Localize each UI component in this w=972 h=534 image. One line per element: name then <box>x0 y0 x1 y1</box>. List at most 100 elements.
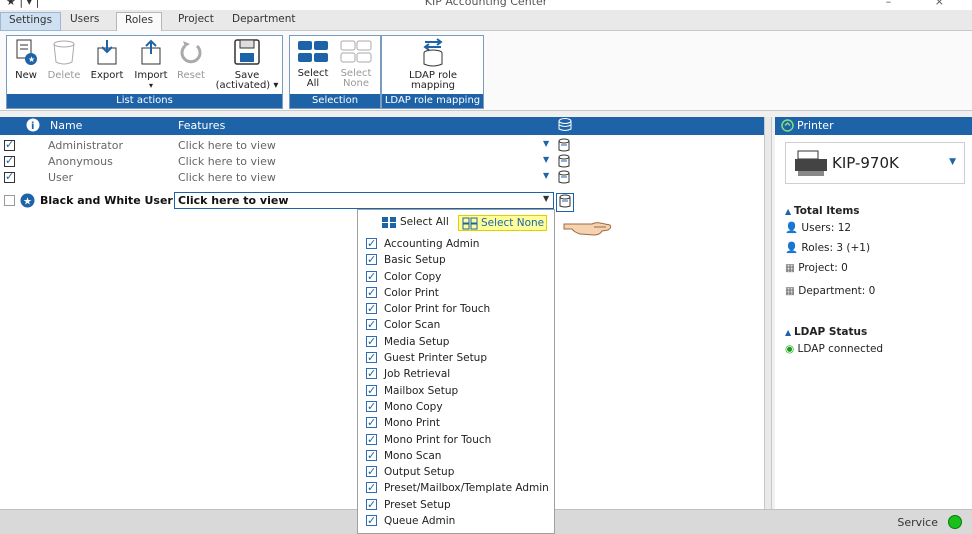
feature-checkbox[interactable] <box>366 513 377 529</box>
list-actions-label: List actions <box>7 94 282 108</box>
tab-project[interactable]: Project <box>170 12 222 31</box>
printer-selector[interactable]: KIP-970K ▼ <box>785 142 965 184</box>
chevron-down-icon[interactable]: ▼ <box>543 155 549 164</box>
window-controls[interactable]: – × <box>886 0 964 8</box>
row-checkbox[interactable] <box>4 170 15 183</box>
list-row-black-and-white-user[interactable]: ★ Black and White User Click here to vie… <box>0 192 580 212</box>
feature-item[interactable]: Mono Print <box>358 415 554 431</box>
row-name: Anonymous <box>48 155 113 168</box>
ldap-mapping-icon[interactable] <box>556 193 574 212</box>
feature-item[interactable]: Color Copy <box>358 269 554 285</box>
popup-select-none-button[interactable]: Select None <box>458 215 548 231</box>
printer-name: KIP-970K <box>832 154 899 172</box>
feature-item[interactable]: Job Retrieval <box>358 366 554 382</box>
feature-item[interactable]: Output Setup <box>358 464 554 480</box>
row-name: Administrator <box>48 139 123 152</box>
chevron-down-icon[interactable]: ▼ <box>949 157 956 167</box>
feature-item[interactable]: Queue Admin <box>358 513 554 529</box>
tab-department[interactable]: Department <box>224 12 304 31</box>
popup-select-all-button[interactable]: Select All <box>378 215 449 231</box>
feature-checkbox[interactable] <box>366 415 377 431</box>
feature-checkbox[interactable] <box>366 334 377 350</box>
feature-checkbox[interactable] <box>366 350 377 366</box>
feature-item[interactable]: Preset/Mailbox/Template Admin <box>358 480 554 496</box>
feature-checkbox[interactable] <box>366 236 377 252</box>
select-none-button[interactable]: Select None <box>336 38 376 89</box>
feature-item[interactable]: Mono Copy <box>358 399 554 415</box>
delete-button[interactable]: Delete <box>47 38 81 81</box>
feature-item[interactable]: Mailbox Setup <box>358 383 554 399</box>
printer-header: Printer <box>775 117 972 135</box>
row-features-link[interactable]: Click here to view <box>178 194 289 207</box>
feature-item[interactable]: Preset Setup <box>358 497 554 513</box>
ldap-connected-status: ◉ LDAP connected <box>785 343 884 355</box>
feature-checkbox[interactable] <box>366 285 377 301</box>
feature-item[interactable]: Color Scan <box>358 317 554 333</box>
chevron-down-icon[interactable]: ▼ <box>543 194 549 203</box>
row-checkbox[interactable] <box>4 195 15 206</box>
list-row-user[interactable]: User Click here to view ▼ <box>0 170 580 186</box>
select-none-icon <box>340 40 372 63</box>
feature-checkbox[interactable] <box>366 383 377 399</box>
pane-splitter[interactable] <box>764 117 772 509</box>
list-row-anonymous[interactable]: Anonymous Click here to view ▼ <box>0 154 580 170</box>
roles-count: 👤 Roles: 3 (+1) <box>785 242 871 254</box>
feature-checkbox[interactable] <box>366 432 377 448</box>
export-button[interactable]: Export <box>89 38 125 81</box>
chevron-down-icon[interactable]: ▼ <box>543 171 549 180</box>
feature-checkbox[interactable] <box>366 464 377 480</box>
feature-item[interactable]: Mono Print for Touch <box>358 432 554 448</box>
feature-checkbox[interactable] <box>366 448 377 464</box>
tab-roles[interactable]: Roles <box>116 12 163 32</box>
tab-settings[interactable]: Settings <box>0 12 62 31</box>
feature-item[interactable]: Guest Printer Setup <box>358 350 554 366</box>
users-count: 👤 Users: 12 <box>785 222 852 234</box>
printer-pane: Printer KIP-970K ▼ ▲ Total Items 👤 Users… <box>775 117 972 509</box>
feature-item[interactable]: Basic Setup <box>358 252 554 268</box>
feature-checkbox[interactable] <box>366 301 377 317</box>
select-all-button[interactable]: Select All <box>294 38 332 89</box>
selection-label: Selection <box>290 94 380 108</box>
ldap-role-mapping-button[interactable]: LDAP role mapping <box>388 38 478 91</box>
ldap-mapping-icon[interactable] <box>558 138 570 155</box>
row-checkbox[interactable] <box>4 138 15 151</box>
ldap-mapping-icon[interactable] <box>558 170 570 187</box>
feature-checkbox[interactable] <box>366 269 377 285</box>
column-name[interactable]: Name <box>50 119 82 132</box>
list-row-administrator[interactable]: Administrator Click here to view ▼ <box>0 138 580 154</box>
feature-item[interactable]: Accounting Admin <box>358 236 554 252</box>
refresh-icon[interactable] <box>781 119 794 135</box>
new-button[interactable]: ★ New <box>11 38 41 81</box>
row-features-link[interactable]: Click here to view <box>178 171 276 184</box>
svg-text:★: ★ <box>23 197 32 208</box>
pointing-hand-icon <box>562 218 614 241</box>
row-features-link[interactable]: Click here to view <box>178 155 276 168</box>
features-popup: Select All Select None Accounting Admin … <box>357 209 555 534</box>
feature-checkbox[interactable] <box>366 480 377 496</box>
reset-button[interactable]: Reset <box>175 38 207 81</box>
save-button[interactable]: Save (activated) ▾ <box>215 38 279 91</box>
row-checkbox[interactable] <box>4 154 15 167</box>
ldap-mapping-icon[interactable] <box>558 154 570 171</box>
feature-item[interactable]: Media Setup <box>358 334 554 350</box>
feature-checkbox[interactable] <box>366 497 377 513</box>
total-items-heading[interactable]: ▲ Total Items <box>785 205 860 217</box>
ldap-status-heading[interactable]: ▲ LDAP Status <box>785 326 867 338</box>
info-icon: i <box>26 118 40 135</box>
new-icon: ★ <box>16 39 37 65</box>
row-name: User <box>48 171 74 184</box>
feature-checkbox[interactable] <box>366 317 377 333</box>
row-features-link[interactable]: Click here to view <box>178 139 276 152</box>
feature-checkbox[interactable] <box>366 366 377 382</box>
chevron-down-icon[interactable]: ▼ <box>543 139 549 148</box>
import-button[interactable]: Import ▾ <box>133 38 169 91</box>
feature-checkbox[interactable] <box>366 399 377 415</box>
import-icon <box>141 39 161 65</box>
feature-item[interactable]: Mono Scan <box>358 448 554 464</box>
feature-checkbox[interactable] <box>366 252 377 268</box>
tab-users[interactable]: Users <box>62 12 107 31</box>
feature-item[interactable]: Color Print for Touch <box>358 301 554 317</box>
feature-item[interactable]: Color Print <box>358 285 554 301</box>
features-list: Accounting Admin Basic Setup Color Copy … <box>358 236 554 529</box>
column-features[interactable]: Features <box>178 119 225 132</box>
